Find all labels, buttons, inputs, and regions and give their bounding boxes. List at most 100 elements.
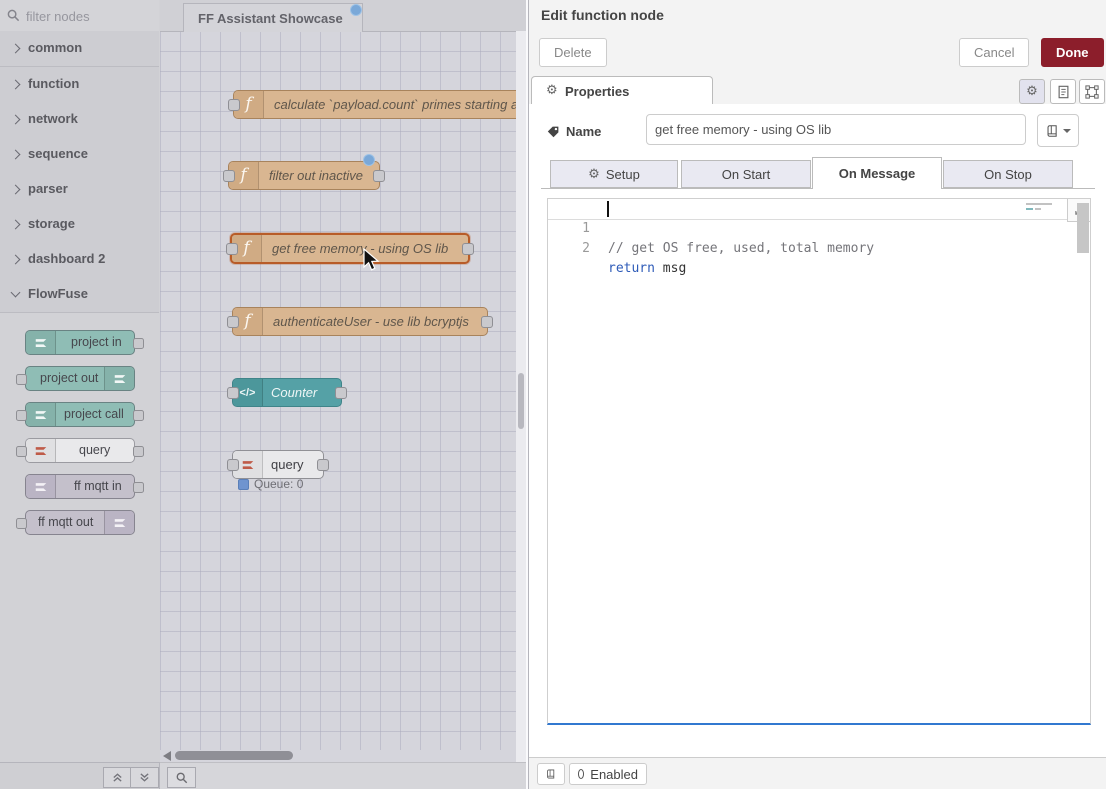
gear-icon: ⚙	[1026, 85, 1038, 98]
flow-node-calculate-primes[interactable]: f calculate `payload.count` primes start…	[233, 90, 526, 119]
input-port[interactable]	[227, 459, 239, 471]
input-port	[16, 410, 27, 421]
tab-on-message[interactable]: On Message	[812, 157, 942, 189]
delete-button[interactable]: Delete	[539, 38, 607, 67]
canvas-footer	[160, 762, 526, 789]
input-port[interactable]	[226, 243, 238, 255]
workspace-tab-bar: FF Assistant Showcase	[160, 0, 526, 32]
tab-on-stop[interactable]: On Stop	[943, 160, 1073, 188]
enabled-circle-icon	[578, 769, 584, 779]
output-port[interactable]	[373, 170, 385, 182]
output-port	[133, 410, 144, 421]
input-port[interactable]	[223, 170, 235, 182]
book-icon	[546, 767, 556, 781]
node-status: Queue: 0	[238, 477, 303, 491]
dialog-header: Edit function node	[529, 0, 1106, 31]
flowfuse-logo-icon	[26, 403, 56, 426]
properties-view-button[interactable]: ⚙	[1019, 79, 1045, 104]
palette-node-ff-mqtt-out[interactable]: ff mqtt out	[25, 510, 135, 535]
vertical-scrollbar-track[interactable]	[516, 31, 526, 762]
library-button[interactable]	[537, 763, 565, 785]
code-line-1: 1 // get OS free, used, total memory	[548, 199, 1090, 220]
function-tabs: ⚙ Setup On Start On Message On Stop	[529, 157, 1106, 189]
appearance-view-button[interactable]	[1079, 79, 1105, 104]
workspace-tab[interactable]: FF Assistant Showcase	[183, 3, 363, 32]
expand-all-button[interactable]	[130, 767, 159, 788]
flow-canvas[interactable]: FF Assistant Showcase f calculate `paylo…	[160, 0, 526, 762]
name-label: Name	[547, 124, 601, 139]
flow-node-query[interactable]: query	[232, 450, 324, 479]
palette-category-network[interactable]: network	[0, 102, 159, 138]
name-field-row: Name	[529, 104, 1106, 160]
status-dot-icon	[238, 479, 249, 490]
input-port[interactable]	[227, 316, 239, 328]
palette-filter-input[interactable]	[24, 5, 153, 27]
palette-category-dashboard2[interactable]: dashboard 2	[0, 242, 159, 278]
flow-node-filter-out-inactive[interactable]: f filter out inactive	[228, 161, 380, 190]
chevron-right-icon	[11, 255, 21, 265]
done-button[interactable]: Done	[1041, 38, 1104, 67]
palette-node-project-out[interactable]: project out	[25, 366, 135, 391]
dialog-footer: Enabled	[529, 757, 1106, 789]
palette-footer	[0, 762, 160, 789]
edit-dialog: Edit function node Delete Cancel Done ⚙ …	[528, 0, 1106, 789]
input-port[interactable]	[228, 99, 240, 111]
input-port	[16, 374, 27, 385]
flow-node-counter[interactable]: </> Counter	[232, 378, 342, 407]
flow-node-get-free-memory[interactable]: f get free memory - using OS lib	[230, 233, 470, 264]
chevron-right-icon	[11, 220, 21, 230]
palette-node-ff-mqtt-in[interactable]: ff mqtt in	[25, 474, 135, 499]
editor-minimap	[1026, 202, 1060, 213]
tab-modified-dot	[350, 4, 362, 16]
dialog-title: Edit function node	[541, 7, 664, 23]
dialog-tabs-row: ⚙ Properties ⚙	[529, 76, 1106, 106]
canvas-search-button[interactable]	[167, 767, 196, 788]
flowfuse-logo-icon	[104, 367, 134, 390]
input-port[interactable]	[227, 387, 239, 399]
palette-category-common[interactable]: common	[0, 31, 159, 67]
output-port[interactable]	[462, 243, 474, 255]
vertical-scrollbar-thumb[interactable]	[518, 373, 524, 429]
name-input[interactable]	[646, 114, 1026, 145]
gear-icon: ⚙	[546, 84, 558, 97]
hscroll-left-arrow[interactable]	[163, 751, 171, 761]
output-port[interactable]	[481, 316, 493, 328]
horizontal-scrollbar[interactable]	[175, 751, 293, 760]
search-icon	[176, 772, 188, 784]
cancel-button[interactable]: Cancel	[959, 38, 1029, 67]
palette-category-flowfuse[interactable]: FlowFuse	[0, 277, 159, 313]
enabled-toggle-button[interactable]: Enabled	[569, 763, 647, 785]
output-port[interactable]	[317, 459, 329, 471]
tab-properties[interactable]: ⚙ Properties	[531, 76, 713, 105]
document-icon	[1057, 85, 1070, 99]
editor-scrollbar-thumb[interactable]	[1077, 203, 1089, 253]
palette-search-box	[0, 0, 159, 32]
output-port	[133, 338, 144, 349]
flowfuse-logo-icon	[26, 331, 56, 354]
description-view-button[interactable]	[1050, 79, 1076, 104]
library-dropdown-button[interactable]	[1037, 114, 1079, 147]
chevron-right-icon	[11, 80, 21, 90]
dialog-button-row: Delete Cancel Done	[529, 30, 1106, 76]
output-port[interactable]	[335, 387, 347, 399]
palette-node-project-call[interactable]: project call	[25, 402, 135, 427]
tab-on-start[interactable]: On Start	[681, 160, 811, 188]
flowfuse-logo-icon	[26, 439, 56, 462]
code-editor[interactable]: 1 // get OS free, used, total memory 2 r…	[547, 198, 1091, 725]
palette-category-storage[interactable]: storage	[0, 207, 159, 243]
double-chevron-up-icon	[112, 772, 123, 783]
tab-setup[interactable]: ⚙ Setup	[550, 160, 678, 188]
palette-category-function[interactable]: function	[0, 67, 159, 103]
chevron-right-icon	[11, 150, 21, 160]
chevron-right-icon	[11, 185, 21, 195]
palette-node-query[interactable]: query	[25, 438, 135, 463]
output-port	[133, 446, 144, 457]
output-port	[133, 482, 144, 493]
flow-node-authenticate-user[interactable]: f authenticateUser - use lib bcryptjs	[232, 307, 488, 336]
book-icon	[1046, 124, 1059, 138]
palette-category-sequence[interactable]: sequence	[0, 137, 159, 173]
collapse-all-button[interactable]	[103, 767, 132, 788]
input-port	[16, 518, 27, 529]
palette-category-parser[interactable]: parser	[0, 172, 159, 208]
palette-node-project-in[interactable]: project in	[25, 330, 135, 355]
